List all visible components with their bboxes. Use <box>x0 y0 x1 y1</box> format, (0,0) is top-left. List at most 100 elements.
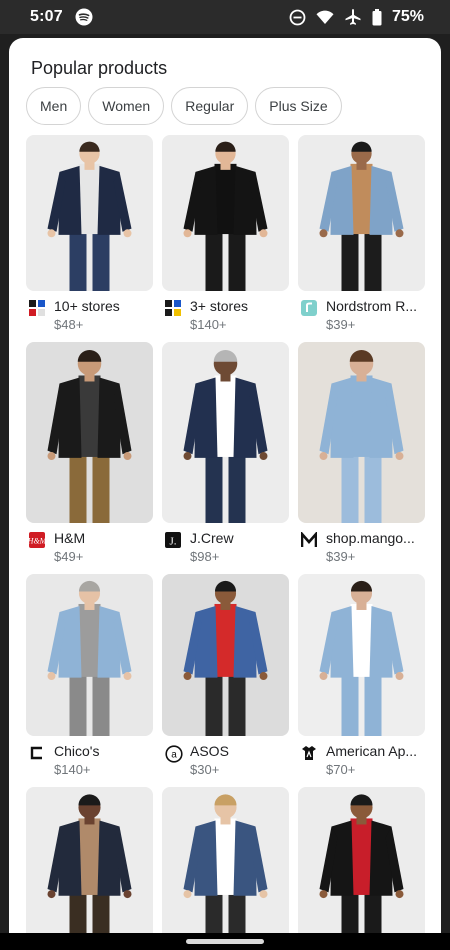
model-hair <box>79 141 100 152</box>
model-hand <box>259 672 268 681</box>
model-leg <box>228 225 246 291</box>
model-leg <box>205 667 223 736</box>
product-card[interactable]: J. J.Crew $98+ <box>162 342 289 571</box>
model-hand <box>259 890 268 899</box>
model-hand <box>395 672 404 681</box>
model-hand <box>395 890 404 899</box>
price: $48+ <box>54 317 84 332</box>
model-hair <box>351 141 372 152</box>
model-leg <box>92 446 110 523</box>
svg-text:a: a <box>171 750 177 761</box>
product-card[interactable]: American Ap... $70+ <box>298 574 425 784</box>
chip-women[interactable]: Women <box>88 87 165 125</box>
store-name: Nordstrom R... <box>326 298 418 314</box>
model-hair <box>349 349 374 362</box>
model-shirt <box>350 375 373 457</box>
product-image[interactable] <box>26 787 153 950</box>
model-shirt <box>78 163 101 235</box>
chip-plus-size[interactable]: Plus Size <box>255 87 342 125</box>
model-photo <box>183 141 268 291</box>
model-photo <box>183 580 268 736</box>
model-hand <box>183 452 192 461</box>
american-eagle-icon <box>301 745 317 761</box>
product-card[interactable] <box>298 787 425 950</box>
status-time: 5:07 <box>30 8 63 25</box>
model-photo <box>319 141 404 291</box>
product-image[interactable] <box>298 574 425 736</box>
model-shirt <box>78 603 101 677</box>
model-hand <box>183 890 192 899</box>
price: $70+ <box>326 762 356 777</box>
product-card[interactable]: 3+ stores $140+ <box>162 135 289 339</box>
hm-icon: H&M <box>27 532 48 548</box>
airplane-icon <box>344 8 362 26</box>
product-image[interactable] <box>162 574 289 736</box>
model-photo <box>47 794 132 950</box>
model-shirt <box>214 818 237 895</box>
store-name: J.Crew <box>190 530 234 546</box>
model-photo <box>183 794 268 950</box>
product-card[interactable]: Chico's $140+ <box>26 574 153 784</box>
model-leg <box>341 446 359 523</box>
model-hair <box>214 794 237 806</box>
model-shirt <box>78 375 101 457</box>
model-leg <box>205 446 223 523</box>
model-shirt <box>350 603 373 677</box>
product-card[interactable] <box>26 787 153 950</box>
model-hand <box>259 452 268 461</box>
multi-store-icon <box>29 300 45 316</box>
model-shirt <box>214 603 237 677</box>
product-image[interactable] <box>298 342 425 523</box>
product-card[interactable]: H&M H&M $49+ <box>26 342 153 571</box>
section-title: Popular products <box>31 58 168 78</box>
model-shirt <box>350 818 373 895</box>
model-hand <box>47 452 56 461</box>
model-hair <box>350 794 373 806</box>
product-image[interactable] <box>298 787 425 950</box>
store-name: 10+ stores <box>54 298 120 314</box>
product-image[interactable] <box>162 787 289 950</box>
model-hand <box>47 890 56 899</box>
battery-icon <box>372 8 382 26</box>
model-leg <box>92 225 110 291</box>
model-hand <box>183 672 192 681</box>
model-hand <box>319 672 328 681</box>
spotify-icon <box>75 8 93 26</box>
product-image[interactable] <box>162 135 289 291</box>
model-hand <box>395 452 404 461</box>
product-card[interactable] <box>162 787 289 950</box>
product-image[interactable] <box>162 342 289 523</box>
model-shirt <box>214 163 237 235</box>
chip-men[interactable]: Men <box>26 87 82 125</box>
product-image[interactable] <box>26 342 153 523</box>
model-leg <box>341 667 359 736</box>
product-card[interactable]: 10+ stores $48+ <box>26 135 153 339</box>
price: $39+ <box>326 317 356 332</box>
product-image[interactable] <box>26 135 153 291</box>
filter-chips: Men Women Regular Plus Size <box>26 87 342 125</box>
model-photo <box>319 794 404 950</box>
model-hair <box>213 349 238 362</box>
home-gesture-handle[interactable] <box>186 939 264 944</box>
product-image[interactable] <box>26 574 153 736</box>
svg-text:J.: J. <box>169 536 176 548</box>
store-name: American Ap... <box>326 743 418 759</box>
model-hand <box>123 890 132 899</box>
product-card[interactable]: shop.mango... $39+ <box>298 342 425 571</box>
model-leg <box>69 225 87 291</box>
chip-regular[interactable]: Regular <box>171 87 249 125</box>
model-photo <box>47 580 132 736</box>
product-image[interactable] <box>298 135 425 291</box>
model-leg <box>69 446 87 523</box>
model-photo <box>47 141 132 291</box>
status-bar: 5:07 75% <box>0 0 450 34</box>
product-card[interactable]: a ASOS $30+ <box>162 574 289 784</box>
price: $98+ <box>190 549 220 564</box>
svg-text:H&M: H&M <box>29 537 45 546</box>
model-leg <box>69 667 87 736</box>
model-photo <box>183 349 268 523</box>
product-card[interactable]: Nordstrom R... $39+ <box>298 135 425 339</box>
model-leg <box>228 446 246 523</box>
battery-percentage: 75% <box>391 8 424 25</box>
price: $39+ <box>326 549 356 564</box>
